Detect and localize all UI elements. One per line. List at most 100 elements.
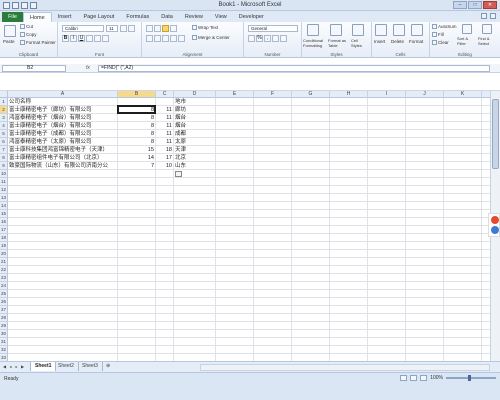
cell-company-name[interactable]: 富士康精密组件电子有限公司（北京） xyxy=(9,154,117,162)
format-button[interactable]: Format xyxy=(409,39,423,44)
row-header[interactable]: 18 xyxy=(0,234,8,242)
cell-find-result-2[interactable]: 17 xyxy=(157,154,173,162)
cell-find-result[interactable]: 14 xyxy=(119,154,155,162)
cell-find-result-2[interactable]: 18 xyxy=(157,146,173,154)
first-sheet-arrow-icon[interactable]: ◀ xyxy=(2,364,7,370)
paste-options-icon[interactable] xyxy=(175,171,182,177)
cell-find-result-2[interactable]: 11 xyxy=(157,122,173,130)
row-header[interactable]: 25 xyxy=(0,290,8,298)
row-header[interactable]: 21 xyxy=(0,258,8,266)
cell-city[interactable]: 太原 xyxy=(175,138,215,146)
paste-icon[interactable] xyxy=(4,25,16,37)
cell-city[interactable]: 地市 xyxy=(175,98,215,106)
fill-color-icon[interactable] xyxy=(94,35,101,42)
currency-icon[interactable] xyxy=(248,35,255,42)
minimize-button[interactable]: – xyxy=(453,1,467,9)
cell-company-name[interactable]: 致豪国际物流（山东）有限公司济南分公 xyxy=(9,162,117,170)
cell-company-name[interactable]: 鸿富泰精密电子（太原）有限公司 xyxy=(9,138,117,146)
cell-styles-icon[interactable] xyxy=(352,24,364,36)
cell-find-result-2[interactable]: 11 xyxy=(157,114,173,122)
row-header[interactable]: 15 xyxy=(0,210,8,218)
row-header[interactable]: 19 xyxy=(0,242,8,250)
cell-find-result[interactable]: 7 xyxy=(119,162,155,170)
row-header[interactable]: 33 xyxy=(0,354,8,361)
insert-button[interactable]: Insert xyxy=(374,39,385,44)
ribbon-minimize-icon[interactable] xyxy=(490,13,496,19)
cell-find-result-2[interactable] xyxy=(157,98,173,106)
normal-view-icon[interactable] xyxy=(400,375,408,381)
row-header[interactable]: 14 xyxy=(0,202,8,210)
row-header[interactable]: 13 xyxy=(0,194,8,202)
page-break-view-icon[interactable] xyxy=(420,375,428,381)
cell-city[interactable]: 烟台 xyxy=(175,122,215,130)
align-center-icon[interactable] xyxy=(154,35,161,42)
column-header[interactable]: B xyxy=(118,91,156,98)
increase-indent-icon[interactable] xyxy=(178,35,185,42)
cell-find-result[interactable]: 8 xyxy=(119,138,155,146)
conditional-formatting-button[interactable]: Conditional Formatting xyxy=(303,38,325,48)
column-header[interactable]: K xyxy=(444,91,482,98)
number-format-select[interactable]: General xyxy=(248,25,298,32)
find-select-button[interactable]: Find & Select xyxy=(478,36,498,46)
cell-city[interactable]: 廊坊 xyxy=(175,106,215,114)
tab-formulas[interactable]: Formulas xyxy=(120,12,155,22)
worksheet-grid[interactable]: ABCDEFGHIJKL1234567891011121314151617181… xyxy=(0,91,490,361)
cell-find-result-2[interactable]: 10 xyxy=(157,162,173,170)
row-header[interactable]: 27 xyxy=(0,306,8,314)
column-header[interactable]: C xyxy=(156,91,174,98)
clear-button[interactable]: Clear xyxy=(432,40,449,46)
row-header[interactable]: 8 xyxy=(0,154,8,162)
cell-find-result-2[interactable]: 11 xyxy=(157,138,173,146)
row-header[interactable]: 24 xyxy=(0,282,8,290)
borders-icon[interactable] xyxy=(86,35,93,42)
close-button[interactable]: ✕ xyxy=(483,1,497,9)
cell-city[interactable]: 天津 xyxy=(175,146,215,154)
decrease-decimal-icon[interactable] xyxy=(280,35,287,42)
cell-find-result[interactable]: 8 xyxy=(119,130,155,138)
align-bottom-icon[interactable] xyxy=(162,25,169,32)
row-header[interactable]: 23 xyxy=(0,274,8,282)
zoom-level[interactable]: 100% xyxy=(430,375,443,381)
column-header[interactable]: E xyxy=(216,91,254,98)
cell-city[interactable]: 成都 xyxy=(175,130,215,138)
cell-city[interactable]: 山东 xyxy=(175,162,215,170)
sort-filter-button[interactable]: Sort & Filter xyxy=(457,36,477,46)
cell-company-name[interactable]: 富士康精密电子（廊坊）有限公司 xyxy=(9,106,117,114)
column-header[interactable]: I xyxy=(368,91,406,98)
row-header[interactable]: 16 xyxy=(0,218,8,226)
cell-find-result[interactable]: 8 xyxy=(119,114,155,122)
align-right-icon[interactable] xyxy=(162,35,169,42)
cell-company-name[interactable]: 富士康科技集团鸿富锦精密电子（天津） xyxy=(9,146,117,154)
align-top-icon[interactable] xyxy=(146,25,153,32)
column-header[interactable]: F xyxy=(254,91,292,98)
cell-find-result[interactable]: 8 xyxy=(119,122,155,130)
fill-button[interactable]: Fill xyxy=(432,32,444,38)
row-header[interactable]: 3 xyxy=(0,114,8,122)
italic-button[interactable]: I xyxy=(70,35,77,42)
format-icon[interactable] xyxy=(411,24,423,36)
zoom-slider[interactable] xyxy=(446,375,496,381)
page-layout-view-icon[interactable] xyxy=(410,375,418,381)
row-header[interactable]: 9 xyxy=(0,162,8,170)
tab-page-layout[interactable]: Page Layout xyxy=(77,12,120,22)
shrink-font-icon[interactable] xyxy=(128,25,135,32)
wrap-text-button[interactable]: Wrap Text xyxy=(192,25,218,31)
align-left-icon[interactable] xyxy=(146,35,153,42)
sheet-tab-sheet1[interactable]: Sheet1 xyxy=(30,362,57,371)
row-header[interactable]: 5 xyxy=(0,130,8,138)
row-header[interactable]: 6 xyxy=(0,138,8,146)
column-header[interactable]: G xyxy=(292,91,330,98)
decrease-indent-icon[interactable] xyxy=(170,35,177,42)
row-header[interactable]: 29 xyxy=(0,322,8,330)
format-as-table-button[interactable]: Format as Table xyxy=(328,38,348,48)
merge-center-button[interactable]: Merge & Center xyxy=(192,35,230,41)
comma-button[interactable]: , xyxy=(264,35,271,42)
delete-button[interactable]: Delete xyxy=(391,39,404,44)
font-color-icon[interactable] xyxy=(102,35,109,42)
row-header[interactable]: 28 xyxy=(0,314,8,322)
insert-sheet-icon[interactable]: ⊕ xyxy=(102,362,114,371)
sheet-tab-sheet3[interactable]: Sheet3 xyxy=(78,362,103,371)
row-header[interactable]: 7 xyxy=(0,146,8,154)
cell-company-name[interactable]: 鸿富泰精密电子（烟台）有限公司 xyxy=(9,114,117,122)
row-header[interactable]: 4 xyxy=(0,122,8,130)
